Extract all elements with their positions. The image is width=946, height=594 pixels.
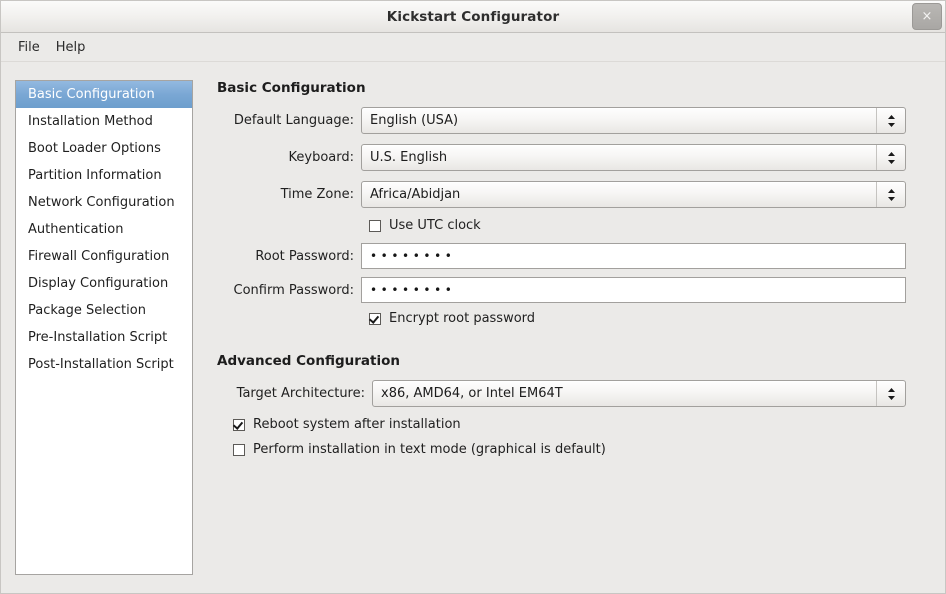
keyboard-value: U.S. English [362, 150, 876, 165]
sidebar-item-basic-configuration[interactable]: Basic Configuration [16, 81, 192, 108]
default-language-value: English (USA) [362, 113, 876, 128]
keyboard-label: Keyboard: [217, 150, 361, 165]
sidebar-item-installation-method[interactable]: Installation Method [16, 108, 192, 135]
encrypt-root-password-label: Encrypt root password [389, 311, 535, 326]
navigation-sidebar: Basic Configuration Installation Method … [15, 80, 193, 575]
reboot-after-installation-checkbox[interactable] [233, 419, 245, 431]
root-password-label: Root Password: [217, 249, 361, 264]
text-mode-installation-row[interactable]: Perform installation in text mode (graph… [217, 442, 931, 457]
chevron-updown-icon[interactable] [876, 182, 905, 207]
root-password-value: •••••••• [370, 249, 455, 263]
target-architecture-row: Target Architecture: x86, AMD64, or Inte… [217, 380, 931, 407]
menu-item-file[interactable]: File [10, 37, 48, 58]
keyboard-select[interactable]: U.S. English [361, 144, 906, 171]
application-window: Kickstart Configurator × File Help Basic… [0, 0, 946, 594]
sidebar-item-authentication[interactable]: Authentication [16, 216, 192, 243]
use-utc-clock-label: Use UTC clock [389, 218, 481, 233]
confirm-password-input[interactable]: •••••••• [361, 277, 906, 303]
chevron-updown-icon[interactable] [876, 145, 905, 170]
sidebar-item-network-configuration[interactable]: Network Configuration [16, 189, 192, 216]
time-zone-value: Africa/Abidjan [362, 187, 876, 202]
sidebar-item-partition-information[interactable]: Partition Information [16, 162, 192, 189]
use-utc-clock-row[interactable]: Use UTC clock [217, 218, 931, 233]
chevron-updown-icon[interactable] [876, 381, 905, 406]
confirm-password-label: Confirm Password: [217, 283, 361, 298]
time-zone-select[interactable]: Africa/Abidjan [361, 181, 906, 208]
sidebar-item-display-configuration[interactable]: Display Configuration [16, 270, 192, 297]
default-language-select[interactable]: English (USA) [361, 107, 906, 134]
basic-configuration-heading: Basic Configuration [217, 80, 931, 96]
text-mode-installation-label: Perform installation in text mode (graph… [253, 442, 606, 457]
encrypt-root-password-checkbox[interactable] [369, 313, 381, 325]
default-language-label: Default Language: [217, 113, 361, 128]
text-mode-installation-checkbox[interactable] [233, 444, 245, 456]
reboot-after-installation-label: Reboot system after installation [253, 417, 461, 432]
close-icon[interactable]: × [912, 3, 942, 30]
confirm-password-row: Confirm Password: •••••••• [217, 277, 931, 303]
settings-panel: Basic Configuration Default Language: En… [193, 80, 931, 579]
use-utc-clock-checkbox[interactable] [369, 220, 381, 232]
sidebar-item-pre-installation-script[interactable]: Pre-Installation Script [16, 324, 192, 351]
menu-item-help[interactable]: Help [48, 37, 94, 58]
title-bar: Kickstart Configurator × [1, 1, 945, 33]
confirm-password-value: •••••••• [370, 283, 455, 297]
window-title: Kickstart Configurator [387, 9, 559, 25]
time-zone-label: Time Zone: [217, 187, 361, 202]
encrypt-root-password-row[interactable]: Encrypt root password [217, 311, 931, 326]
root-password-row: Root Password: •••••••• [217, 243, 931, 269]
default-language-row: Default Language: English (USA) [217, 107, 931, 134]
sidebar-item-package-selection[interactable]: Package Selection [16, 297, 192, 324]
advanced-configuration-heading: Advanced Configuration [217, 353, 931, 369]
root-password-input[interactable]: •••••••• [361, 243, 906, 269]
target-architecture-value: x86, AMD64, or Intel EM64T [373, 386, 876, 401]
target-architecture-label: Target Architecture: [217, 386, 372, 401]
sidebar-item-firewall-configuration[interactable]: Firewall Configuration [16, 243, 192, 270]
time-zone-row: Time Zone: Africa/Abidjan [217, 181, 931, 208]
target-architecture-select[interactable]: x86, AMD64, or Intel EM64T [372, 380, 906, 407]
keyboard-row: Keyboard: U.S. English [217, 144, 931, 171]
sidebar-item-post-installation-script[interactable]: Post-Installation Script [16, 351, 192, 378]
reboot-after-installation-row[interactable]: Reboot system after installation [217, 417, 931, 432]
chevron-updown-icon[interactable] [876, 108, 905, 133]
sidebar-item-boot-loader-options[interactable]: Boot Loader Options [16, 135, 192, 162]
menu-bar: File Help [1, 33, 945, 62]
window-content: Basic Configuration Installation Method … [1, 62, 945, 593]
